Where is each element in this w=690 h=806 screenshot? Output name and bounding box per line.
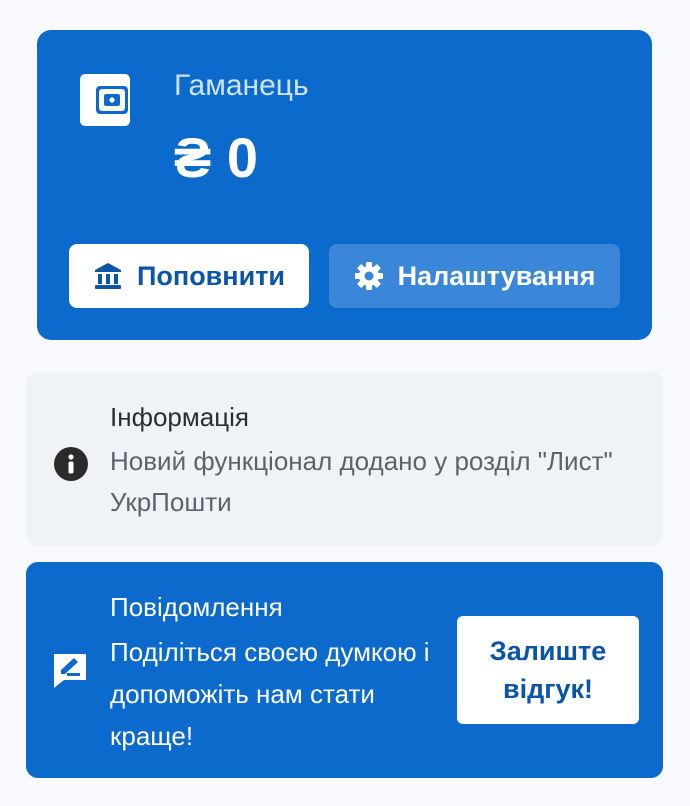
wallet-balance: ₴ 0 bbox=[174, 126, 259, 189]
message-card: Повідомлення Поділіться своєю думкою і д… bbox=[26, 562, 663, 778]
info-card: Інформація Новий функціонал додано у роз… bbox=[26, 372, 663, 546]
settings-button-label: Налаштування bbox=[397, 260, 596, 291]
bank-icon bbox=[93, 261, 123, 291]
topup-button-label: Поповнити bbox=[136, 260, 286, 291]
edit-icon bbox=[50, 650, 90, 690]
topup-button[interactable]: Поповнити bbox=[69, 244, 309, 308]
info-icon bbox=[53, 446, 89, 482]
feedback-button[interactable]: Залиште відгук! bbox=[457, 616, 639, 724]
wallet-icon bbox=[78, 72, 134, 128]
message-text: Поділіться своєю думкою і допоможіть нам… bbox=[110, 637, 430, 751]
wallet-title: Гаманець bbox=[174, 69, 309, 102]
settings-button[interactable]: Налаштування bbox=[329, 244, 620, 308]
info-text: Новий функціонал додано у розділ "Лист" … bbox=[110, 446, 613, 517]
wallet-card: Гаманець ₴ 0 Поповнити Налаштування bbox=[37, 30, 652, 340]
info-title: Інформація bbox=[110, 402, 249, 432]
message-title: Повідомлення bbox=[110, 592, 283, 622]
gear-icon bbox=[354, 261, 384, 291]
